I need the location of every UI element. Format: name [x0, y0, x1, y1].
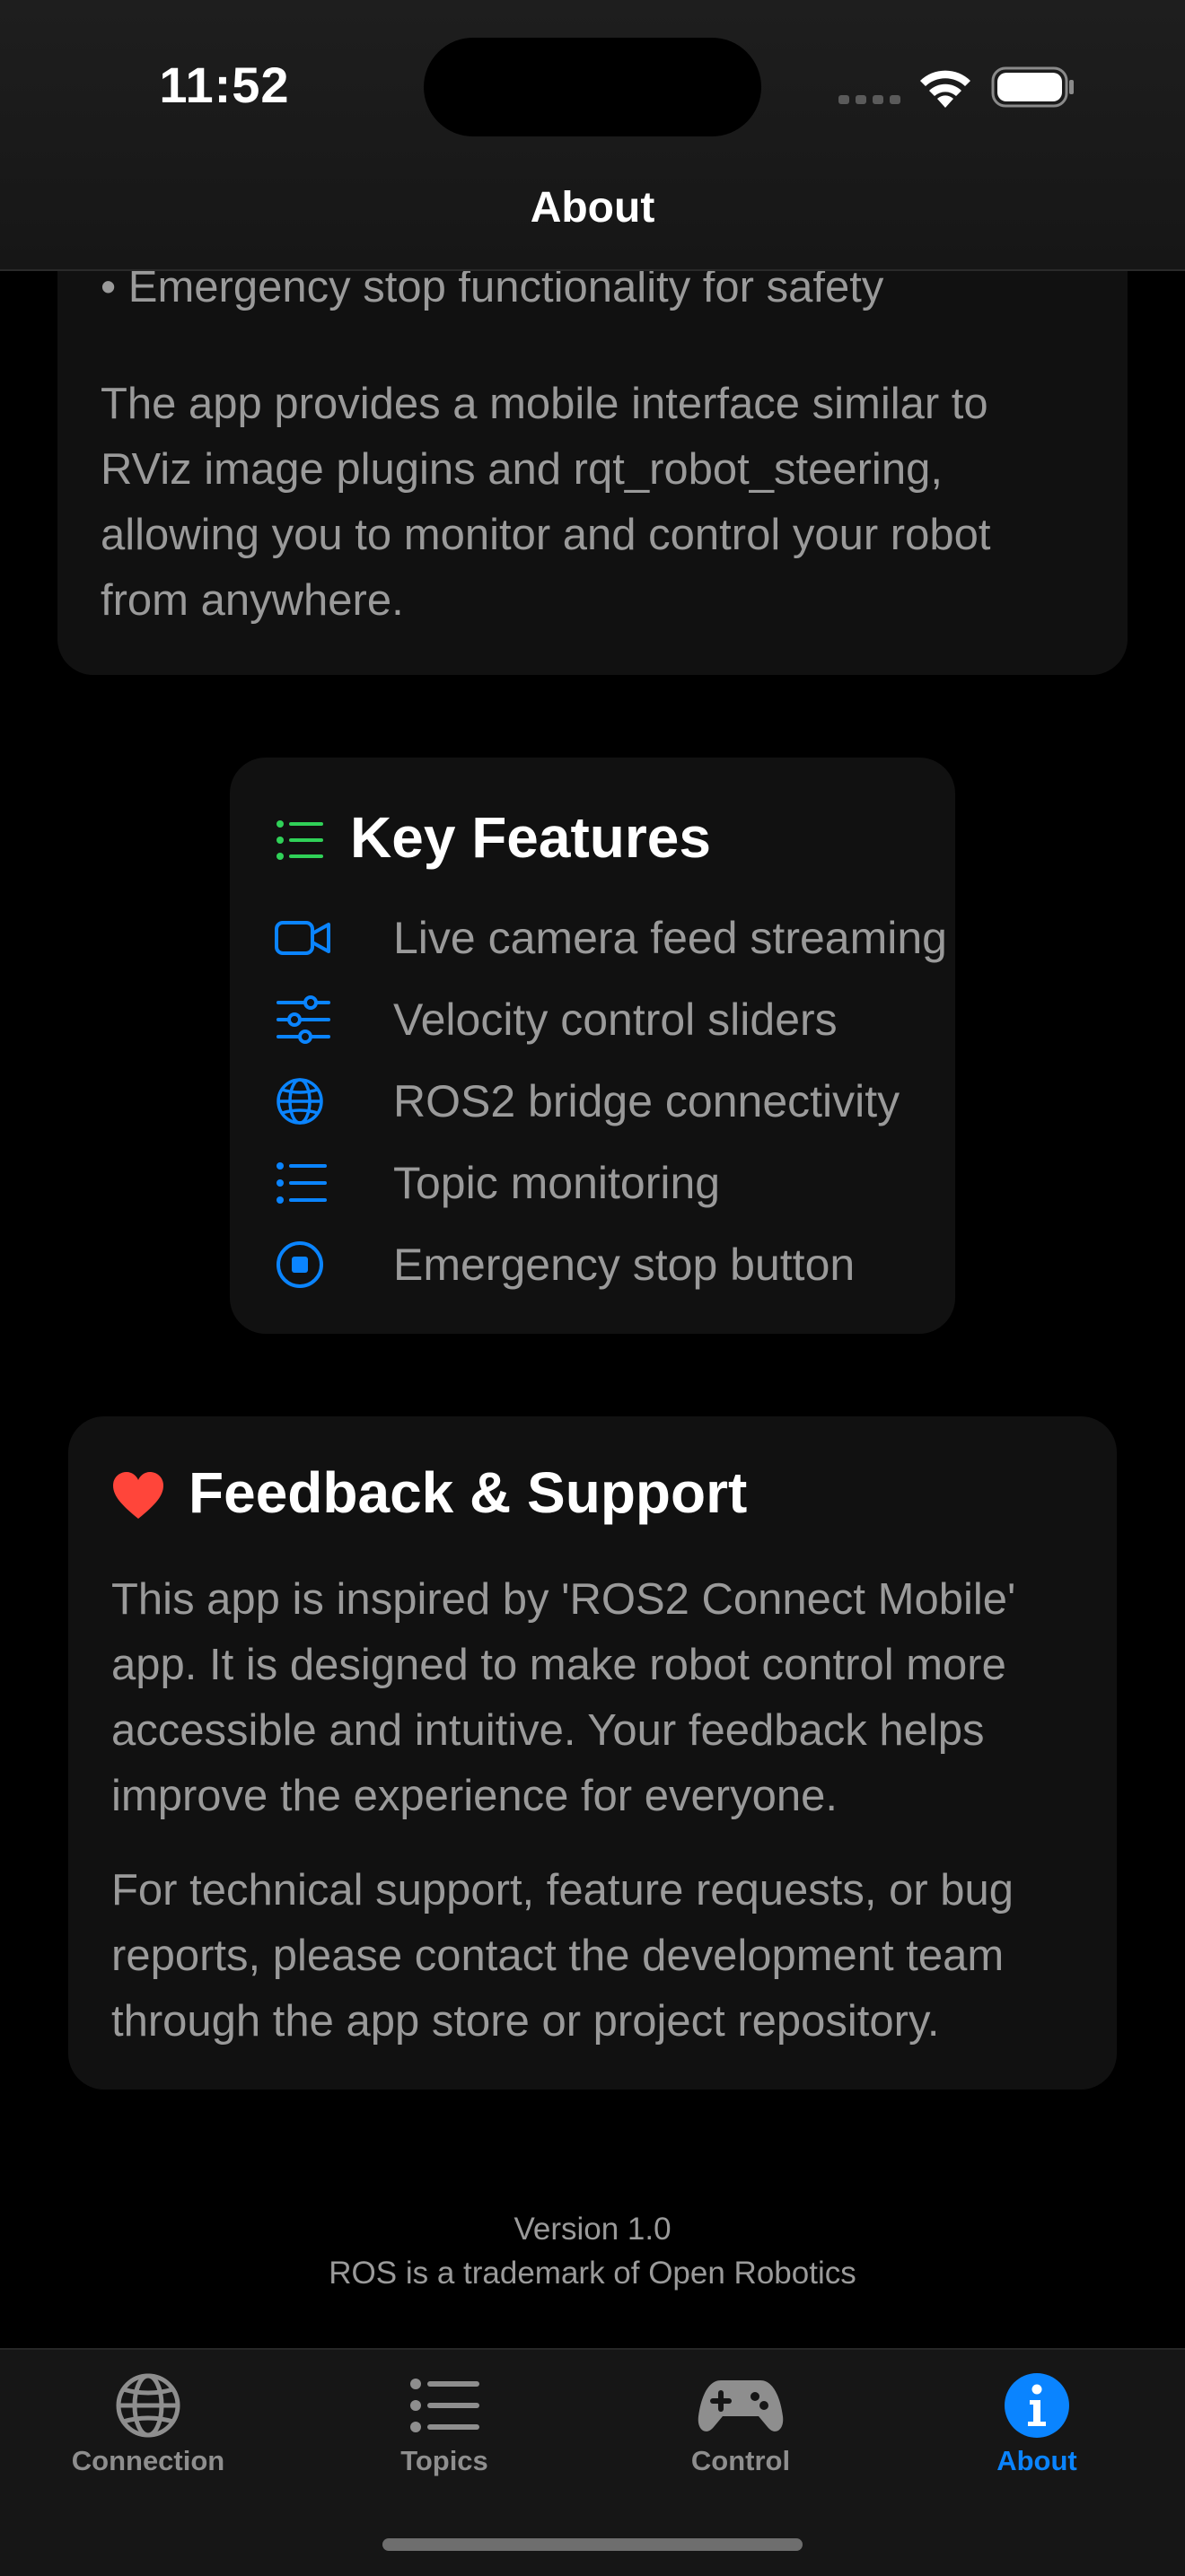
tab-label: Topics — [400, 2445, 488, 2476]
info-icon — [1005, 2373, 1069, 2438]
tab-label: Control — [690, 2445, 791, 2476]
feature-label: Topic monitoring — [393, 1158, 721, 1208]
feature-label: Live camera feed streaming — [393, 913, 947, 963]
list-icon — [276, 1162, 327, 1204]
feature-item: Topic monitoring — [275, 1152, 939, 1214]
key-features-title: Key Features — [350, 805, 711, 870]
navigation-bar: 11:52 About — [0, 0, 1185, 271]
dynamic-island — [424, 38, 761, 136]
tab-about[interactable]: About — [889, 2350, 1185, 2493]
overview-paragraph: The app provides a mobile interface simi… — [101, 380, 991, 625]
gamepad-icon — [698, 2380, 784, 2431]
version-text: Version 1.0 — [514, 2212, 672, 2247]
feature-item: Emergency stop button — [275, 1233, 939, 1296]
globe-icon — [116, 2373, 180, 2438]
tab-topics[interactable]: Topics — [296, 2350, 592, 2493]
feature-item: Live camera feed streaming — [275, 907, 947, 969]
globe-icon — [276, 1078, 323, 1125]
cellular-signal-icon — [838, 95, 900, 104]
feature-label: ROS2 bridge connectivity — [393, 1076, 900, 1126]
overview-card: • Emergency stop functionality for safet… — [57, 206, 1128, 675]
tab-label: About — [996, 2445, 1077, 2476]
sliders-icon — [276, 995, 330, 1044]
trademark-text: ROS is a trademark of Open Robotics — [329, 2256, 856, 2291]
wifi-icon — [920, 70, 970, 108]
home-indicator[interactable] — [382, 2538, 803, 2551]
feature-label: Emergency stop button — [393, 1240, 856, 1290]
tab-control[interactable]: Control — [592, 2350, 889, 2493]
stop-circle-icon — [276, 1241, 323, 1288]
feature-item: ROS2 bridge connectivity — [275, 1070, 939, 1133]
key-features-card: Key Features Live camera feed streaming … — [230, 758, 955, 1334]
list-icon — [410, 2379, 479, 2432]
feedback-title: Feedback & Support — [189, 1460, 748, 1525]
feature-label: Velocity control sliders — [393, 994, 838, 1045]
video-camera-icon — [275, 921, 330, 955]
page-title: About — [530, 184, 655, 232]
tab-connection[interactable]: Connection — [0, 2350, 296, 2493]
feature-item: Velocity control sliders — [275, 988, 939, 1051]
feedback-paragraph: This app is inspired by 'ROS2 Connect Mo… — [111, 1575, 1016, 1820]
list-bullet-icon — [276, 820, 323, 860]
status-time: 11:52 — [159, 57, 290, 113]
battery-icon — [991, 66, 1074, 108]
feedback-support-card: Feedback & Support This app is inspired … — [68, 1416, 1117, 2090]
heart-icon — [113, 1472, 163, 1519]
support-paragraph: For technical support, feature requests,… — [111, 1866, 1014, 2046]
tab-label: Connection — [71, 2445, 225, 2476]
